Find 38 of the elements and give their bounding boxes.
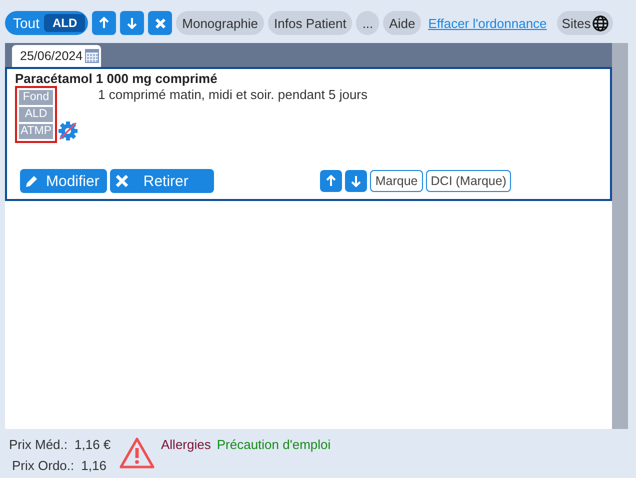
price-value: 1,16 [81,458,106,473]
pencil-icon [25,174,39,188]
close-icon [115,174,130,188]
filter-option[interactable]: Tout [8,14,44,32]
dosage-text: 1 comprimé matin, midi et soir. pendant 5 jours [98,86,368,104]
filter-option[interactable]: ALD [44,14,86,32]
toolbar-button[interactable]: Aide [383,11,422,35]
modify-button[interactable]: Modifier [20,169,108,193]
drug-name: Paracétamol 1 000 mg comprimé [15,71,218,86]
precaution-label: Précaution d'emploi [216,437,331,452]
move-up-button[interactable] [92,11,116,35]
globe-icon [592,14,609,32]
name-format-button[interactable]: DCI (Marque) [426,170,512,192]
toolbar-button[interactable]: ... [356,11,380,35]
gear-icon[interactable] [58,121,78,141]
price-label: Prix Méd.: [9,437,68,452]
sites-button[interactable]: Sites [556,11,613,35]
toolbar-button[interactable]: Infos Patient [268,11,352,35]
date-value: 25/06/2024 [20,48,83,62]
remove-button[interactable]: Retirer [110,169,214,193]
arrow-down-icon [351,175,362,187]
warning-icon [119,437,155,469]
move-up-button[interactable] [320,170,342,192]
date-field[interactable]: 25/06/2024 [12,45,101,67]
arrow-down-icon [127,17,138,29]
move-down-button[interactable] [345,170,368,192]
scrollbar[interactable] [612,43,628,429]
calendar-icon[interactable] [84,48,99,63]
name-format-button[interactable]: Marque [370,170,423,192]
toolbar-button[interactable]: Monographie [176,11,264,35]
arrow-up-icon [326,175,336,187]
arrow-up-icon [99,17,110,29]
move-down-button[interactable] [120,11,144,35]
close-icon [154,18,166,28]
price-label: Prix Ordo.: [12,458,74,473]
allergies-label: Allergies [161,437,211,452]
price-value: 1,16 € [74,437,111,452]
close-button[interactable] [148,11,172,35]
